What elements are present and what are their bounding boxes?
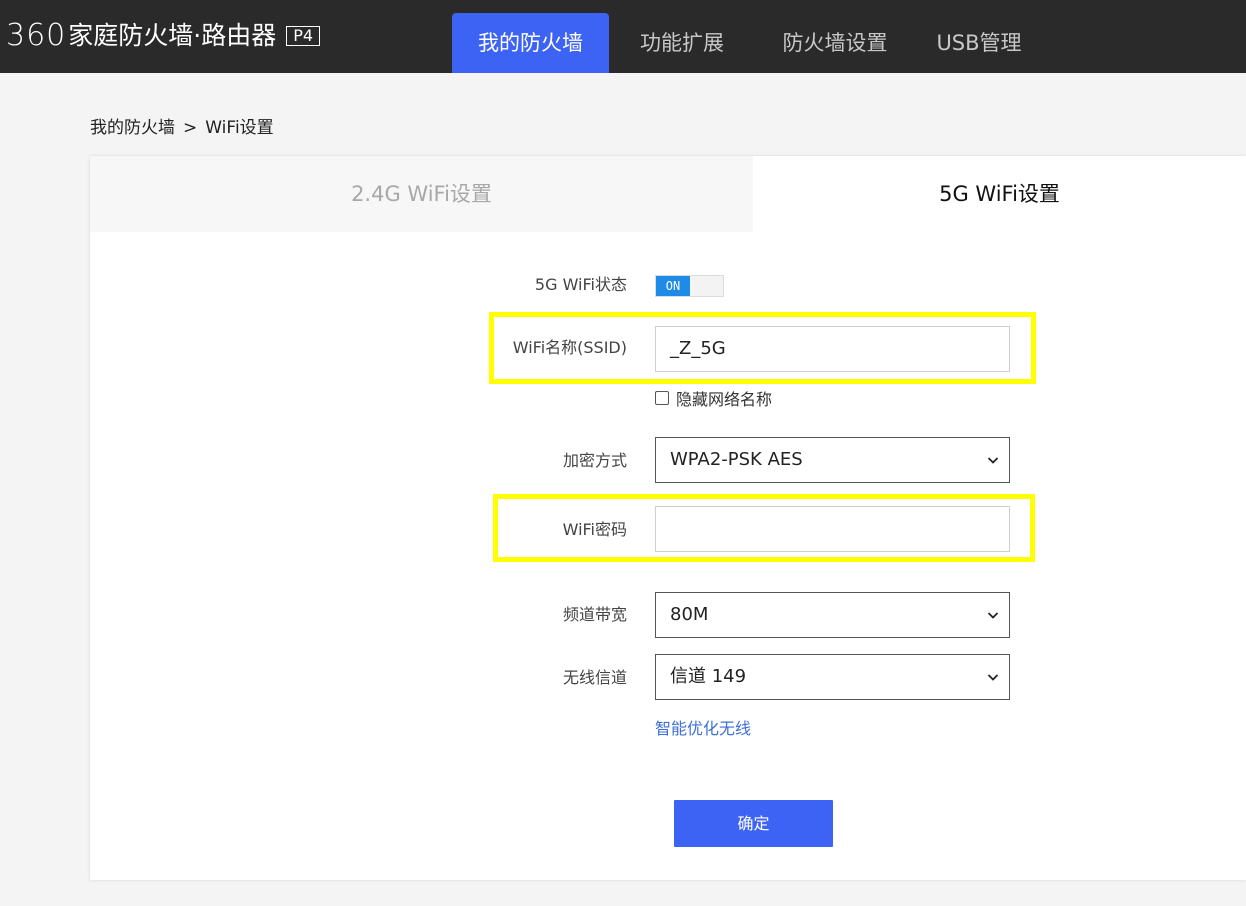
main-nav: 我的防火墙 功能扩展 防火墙设置 USB管理 bbox=[452, 13, 1043, 73]
smart-optimize-link[interactable]: 智能优化无线 bbox=[655, 717, 751, 741]
encryption-value: WPA2-PSK AES bbox=[670, 449, 803, 470]
hide-ssid-row: 隐藏网络名称 bbox=[655, 387, 772, 409]
tab-24g-wifi[interactable]: 2.4G WiFi设置 bbox=[90, 156, 753, 232]
breadcrumb-parent[interactable]: 我的防火墙 bbox=[90, 118, 175, 138]
password-input[interactable] bbox=[655, 506, 1010, 552]
password-label: WiFi密码 bbox=[562, 520, 627, 539]
ssid-input[interactable]: _Z_5G bbox=[655, 326, 1010, 372]
logo-title: 家庭防火墙·路由器 bbox=[68, 21, 277, 50]
bandwidth-label: 频道带宽 bbox=[562, 605, 627, 624]
wifi-status-toggle[interactable]: ON bbox=[655, 275, 724, 297]
top-bar: 360 家庭防火墙·路由器 P4 我的防火墙 功能扩展 防火墙设置 USB管理 bbox=[0, 0, 1246, 73]
hide-ssid-checkbox[interactable] bbox=[655, 391, 669, 405]
encryption-select[interactable]: WPA2-PSK AES bbox=[655, 437, 1010, 483]
nav-usb-management[interactable]: USB管理 bbox=[915, 13, 1043, 73]
bandwidth-select[interactable]: 80M bbox=[655, 592, 1010, 638]
confirm-button[interactable]: 确定 bbox=[674, 800, 833, 847]
logo: 360 家庭防火墙·路由器 P4 bbox=[6, 18, 321, 54]
breadcrumb-separator: > bbox=[183, 118, 198, 138]
hide-ssid-label: 隐藏网络名称 bbox=[676, 390, 773, 409]
breadcrumb: 我的防火墙 > WiFi设置 bbox=[90, 116, 274, 140]
tab-5g-wifi[interactable]: 5G WiFi设置 bbox=[753, 156, 1246, 232]
model-badge: P4 bbox=[286, 26, 321, 46]
nav-my-firewall[interactable]: 我的防火墙 bbox=[452, 13, 609, 73]
wifi-status-label: 5G WiFi状态 bbox=[534, 275, 627, 294]
chevron-down-icon bbox=[987, 457, 999, 464]
channel-select[interactable]: 信道 149 bbox=[655, 654, 1010, 700]
nav-firewall-settings[interactable]: 防火墙设置 bbox=[755, 13, 915, 73]
logo-number: 360 bbox=[6, 18, 67, 53]
toggle-on-indicator: ON bbox=[656, 276, 690, 296]
chevron-down-icon bbox=[987, 612, 999, 619]
nav-extensions[interactable]: 功能扩展 bbox=[609, 13, 755, 73]
channel-value: 信道 149 bbox=[670, 666, 747, 687]
ssid-label: WiFi名称(SSID) bbox=[512, 338, 627, 357]
breadcrumb-current: WiFi设置 bbox=[205, 118, 274, 138]
wifi-settings-panel: 2.4G WiFi设置 5G WiFi设置 5G WiFi状态 ON WiFi名… bbox=[90, 156, 1246, 880]
bandwidth-value: 80M bbox=[670, 604, 709, 625]
channel-label: 无线信道 bbox=[562, 668, 627, 687]
chevron-down-icon bbox=[987, 674, 999, 681]
encryption-label: 加密方式 bbox=[562, 451, 627, 470]
